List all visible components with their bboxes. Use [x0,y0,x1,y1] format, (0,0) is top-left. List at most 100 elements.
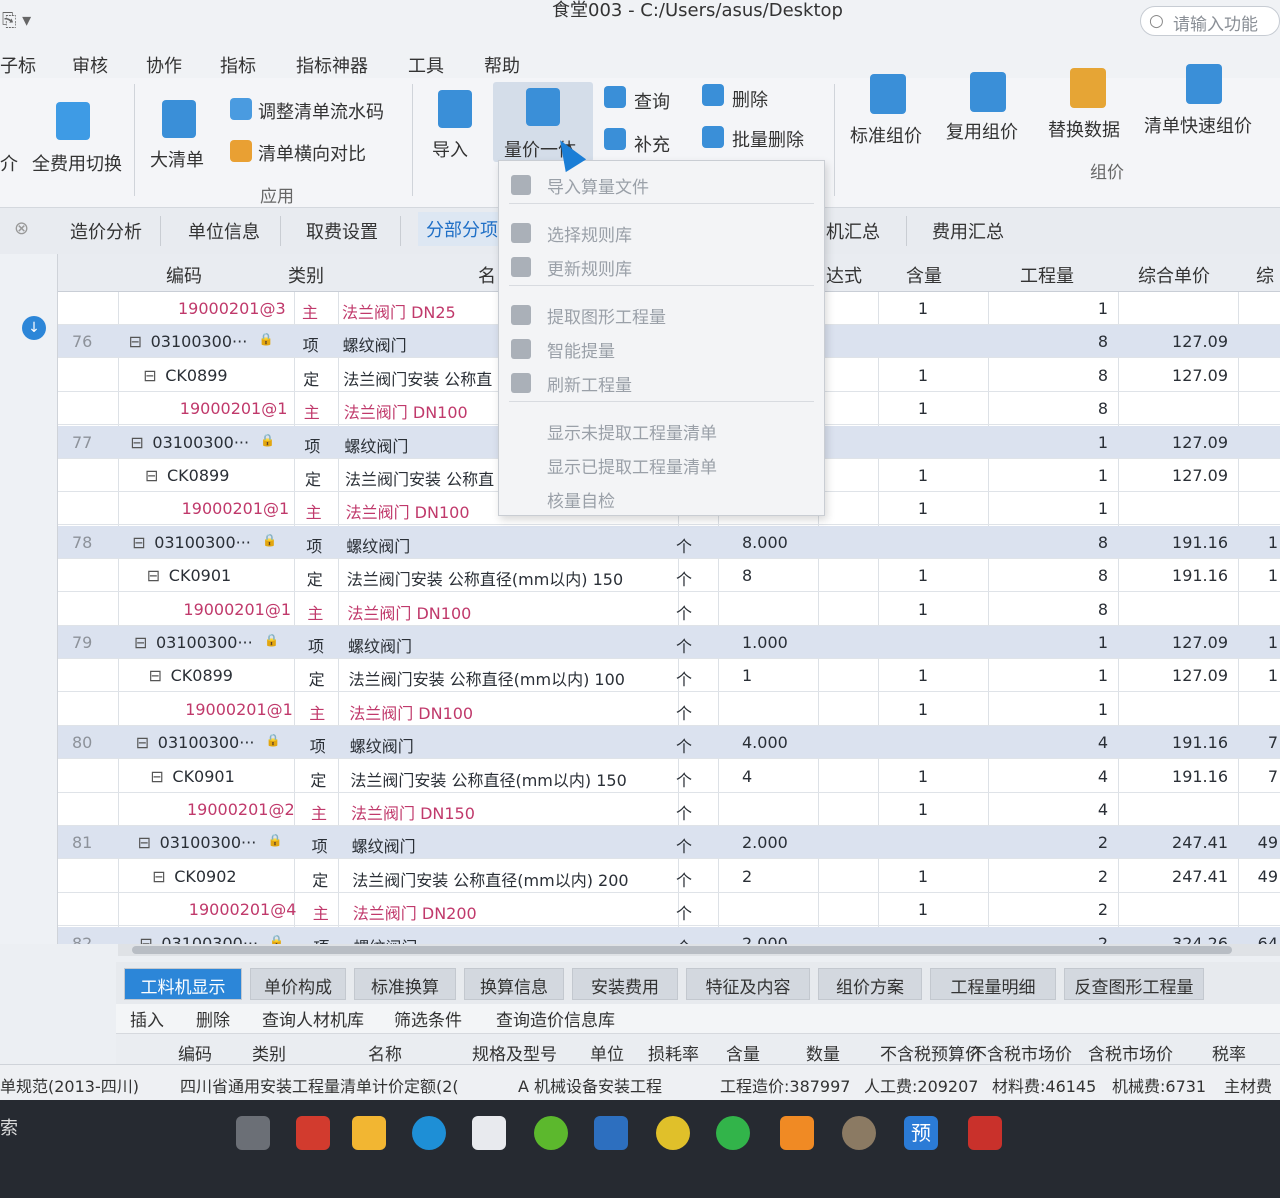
table-row[interactable]: 79 ⊟ 03100300··· 🔒 项 螺纹阀门 个 1.000 1 127.09 1 [58,626,1280,659]
delete-row-button[interactable]: 删除 [196,1006,230,1031]
bottom-tab[interactable]: 工料机显示 [124,968,242,1000]
green-app-icon[interactable] [534,1116,568,1150]
bottom-tab[interactable]: 安装费用 [572,968,678,1000]
music-app-icon[interactable] [656,1116,690,1150]
collapse-toggle-icon[interactable]: ⊟ [147,566,160,585]
collapse-toggle-icon[interactable]: ⊟ [136,733,149,752]
download-icon[interactable]: ↓ [22,316,46,340]
dropdown-item[interactable]: 导入算量文件 [547,173,649,198]
table-row[interactable]: 19000201@2 主 法兰阀门 DN150 个 1 4 [58,793,1280,826]
std-group-button[interactable]: 标准组价 [850,122,922,148]
dropdown-item[interactable]: 核量自检 [547,487,615,512]
cloud-app-icon[interactable] [780,1116,814,1150]
tab-fee-summary[interactable]: 费用汇总 [932,218,1004,244]
dropdown-item[interactable]: 提取图形工程量 [547,303,666,328]
table-row[interactable]: 82 ⊟ 03100300··· 🔒 项 螺纹阀门 个 2.000 2 324.26 64 [58,926,1280,944]
security-app-icon[interactable] [296,1116,330,1150]
supplement-button[interactable]: 补充 [634,131,670,157]
collapse-toggle-icon[interactable]: ⊟ [150,767,163,786]
store-icon[interactable] [472,1116,506,1150]
delete-button[interactable]: 删除 [732,86,768,112]
function-search-input[interactable]: ○ 请输入功能 [1140,6,1280,36]
dropdown-item[interactable]: 显示未提取工程量清单 [547,419,717,444]
bottom-tab[interactable]: 特征及内容 [686,968,810,1000]
reuse-group-button[interactable]: 复用组价 [946,118,1018,144]
col-header-qty[interactable]: 工程量 [1020,262,1074,288]
col-header-unit-price[interactable]: 综合单价 [1138,262,1210,288]
import-button[interactable]: 导入 [432,136,468,162]
quick-access-icon[interactable]: ⎘ ▾ [2,10,31,31]
collapse-toggle-icon[interactable]: ⊟ [134,633,147,652]
big-list-button[interactable]: 大清单 [150,146,204,172]
wps-icon[interactable] [968,1116,1002,1150]
col-header-name[interactable]: 名 [478,262,496,288]
table-row[interactable]: 80 ⊟ 03100300··· 🔒 项 螺纹阀门 个 4.000 4 191.16 7 [58,726,1280,760]
col-header-type[interactable]: 类别 [288,262,324,288]
collapse-toggle-icon[interactable]: ⊟ [145,466,158,485]
table-row[interactable]: 81 ⊟ 03100300··· 🔒 项 螺纹阀门 个 2.000 2 247.41 49 [58,826,1280,860]
batch-delete-button[interactable]: 批量删除 [732,126,804,152]
collapse-toggle-icon[interactable]: ⊟ [149,666,162,685]
file-explorer-icon[interactable] [352,1116,386,1150]
collapse-toggle-icon[interactable]: ⊟ [129,332,142,351]
col-header-total[interactable]: 综 [1256,262,1274,288]
table-row[interactable]: ⊟ CK0899 定 法兰阀门安装 公称直径(mm以内) 100 个 1 1 1 127.09 1 [58,659,1280,693]
table-row[interactable]: 78 ⊟ 03100300··· 🔒 项 螺纹阀门 个 8.000 8 191.16 1 [58,525,1280,559]
insert-button[interactable]: 插入 [130,1006,164,1031]
full-fee-switch-button[interactable]: 全费用切换 [32,150,122,176]
taskbar-search[interactable]: 索 [0,1114,18,1140]
table-row[interactable]: ⊟ CK0902 定 法兰阀门安装 公称直径(mm以内) 200 个 2 1 2 247.41 4… [58,860,1280,893]
bottom-col-header[interactable]: 名称 [368,1040,402,1065]
cad-app-icon[interactable] [594,1116,628,1150]
bottom-tab[interactable]: 单价构成 [250,968,346,1000]
collapse-toggle-icon[interactable]: ⊟ [138,833,151,852]
menu-item-help[interactable]: 帮助 [484,52,520,78]
menu-item-index-tool[interactable]: 指标神器 [296,52,368,78]
tab-machine-summary[interactable]: 机汇总 [826,218,880,244]
bottom-col-header[interactable]: 类别 [252,1040,286,1065]
menu-item-collab[interactable]: 协作 [146,52,182,78]
bottom-col-header[interactable]: 规格及型号 [472,1040,557,1065]
tab-fee-settings[interactable]: 取费设置 [306,218,378,244]
collapse-icon[interactable]: ⊗ [14,218,29,239]
collapse-toggle-icon[interactable]: ⊟ [143,366,156,385]
bottom-col-header[interactable]: 不含税市场价 [970,1040,1072,1065]
bottom-col-header[interactable]: 数量 [806,1040,840,1065]
bottom-col-header[interactable]: 编码 [178,1040,212,1065]
query-button[interactable]: 查询 [634,88,670,114]
bottom-tab[interactable]: 反查图形工程量 [1064,968,1204,1000]
menu-item-index[interactable]: 指标 [220,52,256,78]
dropdown-item[interactable]: 选择规则库 [547,221,632,246]
col-header-expr[interactable]: 达式 [826,262,862,288]
bottom-col-header[interactable]: 单位 [590,1040,624,1065]
table-row[interactable]: 19000201@4 主 法兰阀门 DN200 个 1 2 [58,893,1280,927]
user-app-icon[interactable] [842,1116,876,1150]
bottom-col-header[interactable]: 含税市场价 [1088,1040,1173,1065]
dropdown-item[interactable]: 智能提量 [547,337,615,362]
bottom-col-header[interactable]: 含量 [726,1040,760,1065]
bottom-col-header[interactable]: 不含税预算价 [880,1040,982,1065]
adjust-serial-button[interactable]: 调整清单流水码 [258,98,384,124]
bottom-col-header[interactable]: 损耗率 [648,1040,699,1065]
edge-browser-icon[interactable] [412,1116,446,1150]
task-view-icon[interactable] [236,1116,270,1150]
bottom-tab[interactable]: 工程量明细 [930,968,1056,1000]
pricing-app-icon[interactable]: 预 [904,1116,938,1150]
ribbon-cut-label[interactable]: 介 [0,150,18,176]
filter-dropdown[interactable]: 筛选条件 [394,1006,462,1031]
tab-sections[interactable]: 分部分项 [418,212,506,246]
menu-item-subbid[interactable]: 子标 [0,52,36,78]
horizontal-scrollbar[interactable] [118,944,1280,956]
list-compare-button[interactable]: 清单横向对比 [258,140,366,166]
bottom-tab[interactable]: 换算信息 [464,968,564,1000]
bottom-col-header[interactable]: 税率 [1212,1040,1246,1065]
table-row[interactable]: 19000201@1 主 法兰阀门 DN100 个 1 1 [58,693,1280,726]
query-material-lib-button[interactable]: 查询人材机库 [262,1006,364,1031]
col-header-content[interactable]: 含量 [906,262,942,288]
wechat-icon[interactable] [716,1116,750,1150]
col-header-code[interactable]: 编码 [166,262,202,288]
scrollbar-thumb[interactable] [132,946,1232,954]
table-row[interactable]: 19000201@1 主 法兰阀门 DN100 个 1 8 [58,593,1280,626]
collapse-toggle-icon[interactable]: ⊟ [152,867,165,886]
collapse-toggle-icon[interactable]: ⊟ [132,533,145,552]
